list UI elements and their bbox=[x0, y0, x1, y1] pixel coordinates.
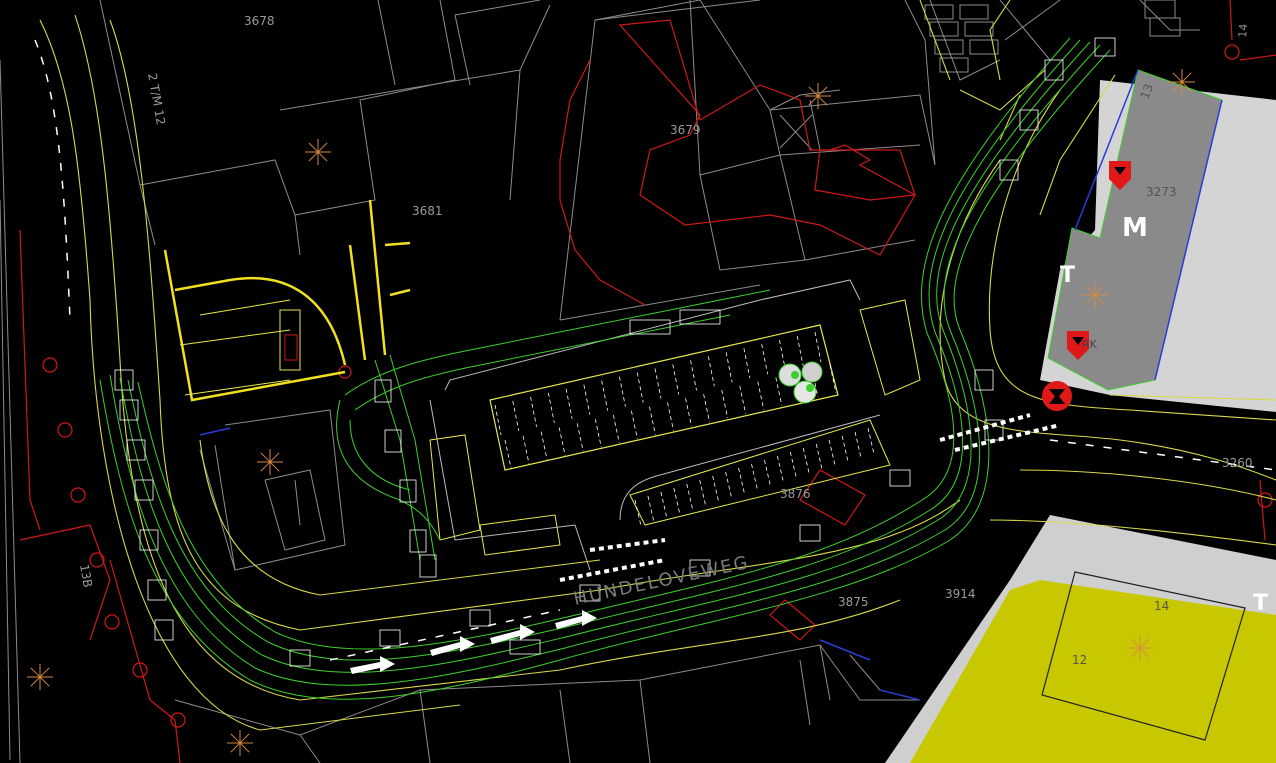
parking-stall-line bbox=[634, 499, 642, 527]
stop-sign-icon bbox=[1042, 381, 1072, 411]
parking-stall-line bbox=[725, 352, 733, 383]
parcel-label: 3914 bbox=[945, 587, 976, 601]
parcel-label: 3875 bbox=[838, 595, 869, 609]
parking-stall-line bbox=[814, 331, 822, 363]
tram-stop-symbol: T bbox=[1253, 591, 1268, 616]
parking-stall-line bbox=[576, 423, 584, 452]
parking-stall-line bbox=[660, 491, 668, 519]
parking-stall-line bbox=[565, 388, 573, 419]
parcel-label: 3678 bbox=[244, 14, 275, 28]
parking-stall-line bbox=[725, 471, 733, 499]
parking-lot bbox=[429, 279, 921, 571]
parking-stall-line bbox=[690, 360, 697, 391]
parking-stall-line bbox=[761, 344, 769, 375]
arrow-icon bbox=[430, 636, 475, 656]
star-icon bbox=[257, 449, 283, 475]
parking-stall-line bbox=[612, 414, 620, 444]
parcel-label: 3681 bbox=[412, 204, 443, 218]
top-right-grid bbox=[924, 0, 1181, 73]
star-icon bbox=[227, 730, 253, 756]
parcel-label: 3679 bbox=[670, 123, 701, 137]
street-number-label: 13B bbox=[77, 563, 95, 589]
parking-stall-line bbox=[530, 396, 537, 427]
parking-stall-line bbox=[494, 404, 502, 436]
parking-stall-line bbox=[699, 479, 707, 507]
parking-stall-line bbox=[738, 467, 745, 495]
cad-site-plan: 3678 3679 3681 3273 3876 3875 3914 3260 … bbox=[0, 0, 1276, 763]
street-number-label: 14 bbox=[1236, 23, 1250, 38]
parking-stall-line bbox=[712, 475, 720, 503]
parcel-label: 3273 bbox=[1146, 185, 1177, 199]
parking-stall-line bbox=[673, 487, 681, 515]
parking-stall-line bbox=[685, 398, 692, 427]
parking-stall-line bbox=[743, 348, 751, 379]
parking-stall-line bbox=[522, 435, 530, 464]
track-details bbox=[114, 37, 1116, 667]
partial-label: RK bbox=[1082, 338, 1098, 351]
parking-stall-line bbox=[721, 389, 729, 419]
arrow-icon bbox=[555, 610, 597, 629]
tree-icon bbox=[778, 361, 823, 404]
parking-stall-line bbox=[672, 364, 680, 395]
metro-symbol: M bbox=[1122, 213, 1148, 243]
parking-stall-line bbox=[547, 392, 555, 423]
parking-stall-line bbox=[512, 400, 520, 432]
parking-stall-line bbox=[649, 406, 656, 435]
parking-stall-line bbox=[558, 427, 566, 456]
star-icon bbox=[305, 139, 331, 165]
parking-stall-line bbox=[707, 356, 715, 387]
parking-stall-line bbox=[654, 368, 662, 399]
parking-stall-line bbox=[751, 463, 758, 491]
parking-stall-line bbox=[583, 384, 591, 415]
parking-stall-line bbox=[802, 447, 810, 475]
parking-stall-line bbox=[739, 385, 747, 414]
street-number-label: 2 T/M 12 bbox=[145, 72, 168, 126]
parking-stall-line bbox=[796, 335, 804, 367]
star-icon bbox=[805, 83, 831, 109]
parking-stall-line bbox=[594, 419, 602, 448]
tram-stop-symbol: T bbox=[1060, 263, 1075, 288]
star-icon bbox=[1082, 282, 1108, 308]
parking-stall-line bbox=[789, 451, 797, 479]
parking-stall-line bbox=[776, 455, 784, 483]
arrow-icon bbox=[490, 624, 535, 644]
parking-stall-line bbox=[828, 439, 836, 467]
parking-stall-line bbox=[815, 443, 823, 471]
yellow-thin-lines bbox=[179, 299, 301, 396]
parking-stall-line bbox=[867, 427, 875, 455]
parking-stall-line bbox=[854, 431, 862, 459]
street-number-label: 14 bbox=[1154, 599, 1169, 613]
parking-stall-line bbox=[667, 402, 674, 431]
parking-stall-line bbox=[647, 495, 655, 523]
parcel-label: 3876 bbox=[780, 487, 811, 501]
star-icon bbox=[27, 664, 53, 690]
parking-stall-line bbox=[619, 376, 626, 407]
parking-stall-line bbox=[841, 435, 849, 463]
parking-stall-line bbox=[686, 483, 694, 511]
road-arrows bbox=[350, 610, 597, 674]
parking-stall-line bbox=[636, 372, 644, 403]
star-icon bbox=[1127, 635, 1153, 661]
parking-stall-line bbox=[757, 381, 765, 410]
parking-stall-line bbox=[601, 380, 609, 411]
parking-stall-line bbox=[764, 459, 771, 487]
parking-stall-line bbox=[703, 394, 711, 423]
parking-stall-line bbox=[504, 439, 512, 469]
star-icon bbox=[1169, 69, 1195, 95]
olive-building-area bbox=[910, 580, 1276, 763]
parcel-label: 3260 bbox=[1222, 456, 1253, 470]
parking-stall-line bbox=[540, 431, 548, 460]
parking-stall-line bbox=[630, 410, 638, 439]
street-number-label: 12 bbox=[1072, 653, 1087, 667]
